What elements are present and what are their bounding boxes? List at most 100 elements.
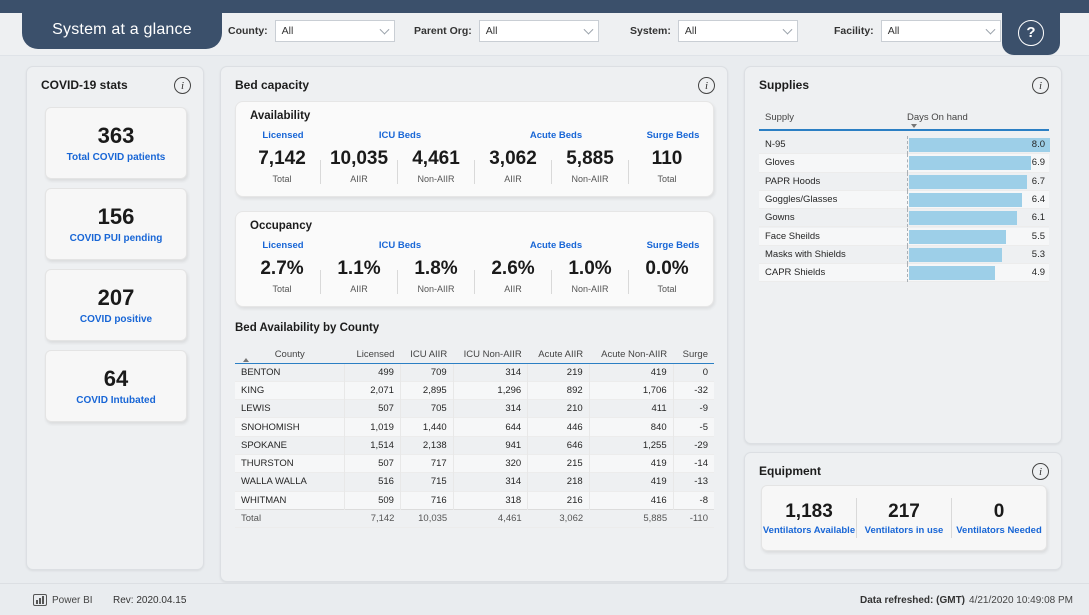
help-button[interactable]: ? — [1002, 10, 1060, 55]
stat-label: COVID PUI pending — [69, 233, 163, 244]
cell-surge: -32 — [694, 384, 708, 396]
supply-row[interactable]: Gowns 6.1 — [759, 209, 1049, 228]
page-title-tab: System at a glance — [22, 10, 222, 49]
equipment-value: 0 — [993, 500, 1005, 522]
cell-surge: -8 — [699, 494, 708, 506]
equipment-ventilators-in-use: 217 Ventilators in use — [857, 501, 951, 536]
table-row[interactable]: SNOHOMISH 1,019 1,440 644 446 840 -5 — [235, 417, 714, 437]
filter-parent-org[interactable]: Parent Org: All — [414, 20, 599, 42]
stat-card-total-covid[interactable]: 363 Total COVID patients — [45, 107, 187, 179]
kpi-availability-acute-aiir: 3,062 AIIR — [475, 144, 551, 188]
col-label: County — [274, 348, 305, 360]
cell-acute-non-aiir: 1,255 — [589, 436, 674, 455]
stat-card-pui-pending[interactable]: 156 COVID PUI pending — [45, 188, 187, 260]
filter-system[interactable]: System: All — [630, 20, 798, 42]
supply-row[interactable]: PAPR Hoods 6.7 — [759, 172, 1049, 191]
kpi-sublabel: AIIR — [504, 284, 522, 294]
supply-bar-track — [907, 264, 1049, 283]
supplies-header-rule — [759, 129, 1049, 131]
cell-icu-non-aiir: 1,296 — [453, 381, 529, 400]
col-acute-non-aiir[interactable]: Acute Non-AIIR — [589, 341, 674, 364]
cell-licensed: 1,514 — [344, 436, 401, 455]
info-icon[interactable]: i — [1032, 463, 1049, 480]
supply-row[interactable]: N-95 8.0 — [759, 136, 1050, 155]
filter-system-label: System: — [630, 25, 671, 37]
total-cell-acute-non-aiir: 5,885 — [589, 508, 674, 528]
table-total-row: Total 7,142 10,035 4,461 3,062 5,885 -110 — [235, 508, 714, 528]
cell-licensed: 2,071 — [344, 381, 401, 400]
data-refreshed-label: Data refreshed: (GMT) — [860, 595, 966, 606]
filter-facility-value: All — [887, 25, 900, 37]
table-row[interactable]: BENTON 499 709 314 219 419 0 — [235, 363, 714, 382]
filter-system-select[interactable]: All — [677, 20, 798, 42]
info-icon[interactable]: i — [698, 77, 715, 94]
supply-bar — [909, 138, 1050, 152]
cell-acute-non-aiir: 419 — [589, 472, 674, 492]
cell-surge: 0 — [702, 366, 708, 378]
sort-descending-icon — [911, 124, 917, 128]
supplies-col-days-on-hand[interactable]: Days On hand — [907, 112, 968, 128]
stat-value: 207 — [97, 285, 135, 310]
col-licensed[interactable]: Licensed — [344, 341, 401, 364]
sort-ascending-icon — [243, 357, 249, 362]
supply-row[interactable]: CAPR Shields 4.9 — [759, 264, 1049, 283]
table-row[interactable]: THURSTON 507 717 320 215 419 -14 — [235, 454, 714, 473]
cell-icu-aiir: 716 — [400, 491, 454, 510]
col-icu-non-aiir[interactable]: ICU Non-AIIR — [453, 341, 528, 364]
cell-acute-aiir: 218 — [527, 472, 590, 492]
stat-card-covid-intubated[interactable]: 64 COVID Intubated — [45, 350, 187, 422]
supply-bar — [909, 229, 1006, 244]
cell-icu-aiir: 715 — [400, 472, 454, 492]
stat-card-covid-positive[interactable]: 207 COVID positive — [45, 269, 187, 341]
info-icon[interactable]: i — [174, 77, 191, 94]
supply-row[interactable]: Masks with Shields 5.3 — [759, 245, 1049, 265]
cell-icu-non-aiir: 644 — [453, 417, 529, 437]
filter-county-select[interactable]: All — [274, 20, 395, 42]
supply-name: N-95 — [765, 139, 786, 150]
col-icu-aiir[interactable]: ICU AIIR — [400, 341, 454, 364]
col-acute-aiir[interactable]: Acute AIIR — [527, 341, 590, 364]
power-bi-brand[interactable]: Power BI — [33, 594, 93, 606]
group-label-acute-beds: Acute Beds — [529, 129, 583, 141]
equipment-value: 217 — [888, 500, 920, 522]
cell-icu-aiir: 705 — [400, 399, 454, 418]
supply-bar — [909, 174, 1028, 189]
table-row[interactable]: KING 2,071 2,895 1,296 892 1,706 -32 — [235, 381, 714, 400]
group-label-licensed: Licensed — [262, 239, 304, 251]
cell-icu-aiir: 1,440 — [400, 417, 454, 437]
kpi-value: 5,885 — [566, 148, 614, 169]
supply-name: Gowns — [765, 212, 795, 224]
filter-county[interactable]: County: All — [228, 20, 395, 42]
info-icon[interactable]: i — [1032, 77, 1049, 94]
cell-county: SNOHOMISH — [235, 417, 345, 437]
filter-facility-select[interactable]: All — [880, 20, 1001, 42]
stat-label: COVID positive — [79, 314, 153, 325]
bed-availability-table[interactable]: County Licensed ICU AIIR ICU Non-AIIR Ac… — [235, 341, 714, 528]
supplies-panel: Supplies i Supply Days On hand N-95 8.0 Gl… — [744, 66, 1062, 444]
supply-value: 6.7 — [1031, 175, 1045, 187]
col-county[interactable]: County — [235, 341, 345, 364]
table-row[interactable]: SPOKANE 1,514 2,138 941 646 1,255 -29 — [235, 436, 714, 455]
filter-facility[interactable]: Facility: All — [834, 20, 1001, 42]
cell-acute-aiir: 216 — [527, 491, 590, 510]
cell-acute-non-aiir: 419 — [589, 454, 674, 473]
supply-row[interactable]: Goggles/Glasses 6.4 — [759, 190, 1049, 210]
dashboard-root: System at a glance County: All Parent Or… — [0, 0, 1089, 615]
filter-parent-org-value: All — [485, 25, 498, 37]
cell-icu-non-aiir: 941 — [453, 436, 529, 455]
supplies-col-supply[interactable]: Supply — [765, 112, 794, 123]
filter-parent-org-select[interactable]: All — [478, 20, 599, 42]
supply-row[interactable]: Face Sheilds 5.5 — [759, 227, 1049, 246]
table-row[interactable]: LEWIS 507 705 314 210 411 -9 — [235, 399, 714, 418]
cell-icu-aiir: 717 — [400, 454, 454, 473]
table-row[interactable]: WALLA WALLA 516 715 314 218 419 -13 — [235, 472, 714, 492]
cell-icu-aiir: 2,895 — [400, 381, 454, 400]
kpi-sublabel: Total — [272, 284, 292, 294]
kpi-availability-acute-non-aiir: 5,885 Non-AIIR — [552, 144, 628, 188]
group-label-surge-beds: Surge Beds — [646, 239, 700, 251]
col-surge[interactable]: Surge — [673, 341, 714, 364]
table-row[interactable]: WHITMAN 509 716 318 216 416 -8 — [235, 491, 714, 510]
supply-row[interactable]: Gloves 6.9 — [759, 154, 1049, 173]
kpi-value: 4,461 — [412, 148, 460, 169]
supply-value: 6.1 — [1031, 212, 1045, 224]
